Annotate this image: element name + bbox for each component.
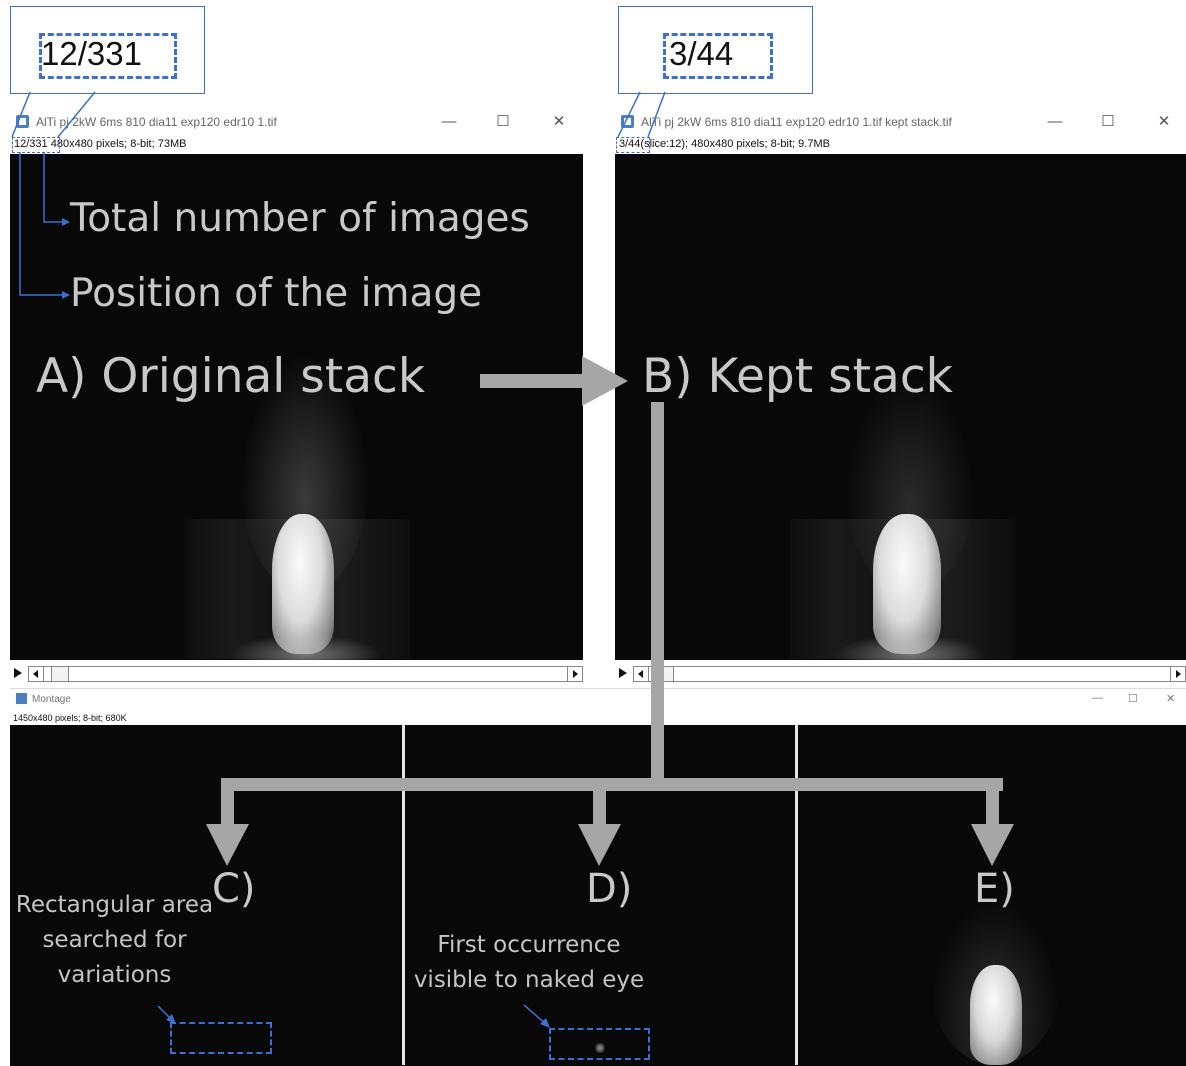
b-down-connector (651, 402, 664, 784)
arrowhead-icon (62, 291, 70, 299)
callout-pointer (617, 91, 641, 138)
bracket-arrow (43, 152, 62, 223)
arrowhead-d-icon (578, 824, 621, 866)
branch-d (593, 778, 606, 826)
bracket-arrow (19, 152, 62, 296)
callout-pointer (647, 91, 666, 138)
callout-pointer (11, 91, 31, 138)
diagram-arrows (11, 91, 1014, 1028)
arrowhead-icon (62, 218, 70, 226)
a-to-b-arrow-shaft (480, 374, 584, 388)
arrowhead-e-icon (971, 824, 1014, 866)
branch-c (221, 778, 234, 826)
arrowhead-c-icon (206, 824, 249, 866)
branch-e (986, 778, 999, 826)
callout-pointer (57, 91, 96, 138)
a-to-b-arrowhead-icon (582, 356, 628, 406)
pointer-arrow (523, 1004, 547, 1025)
branch-bar (221, 778, 1003, 791)
